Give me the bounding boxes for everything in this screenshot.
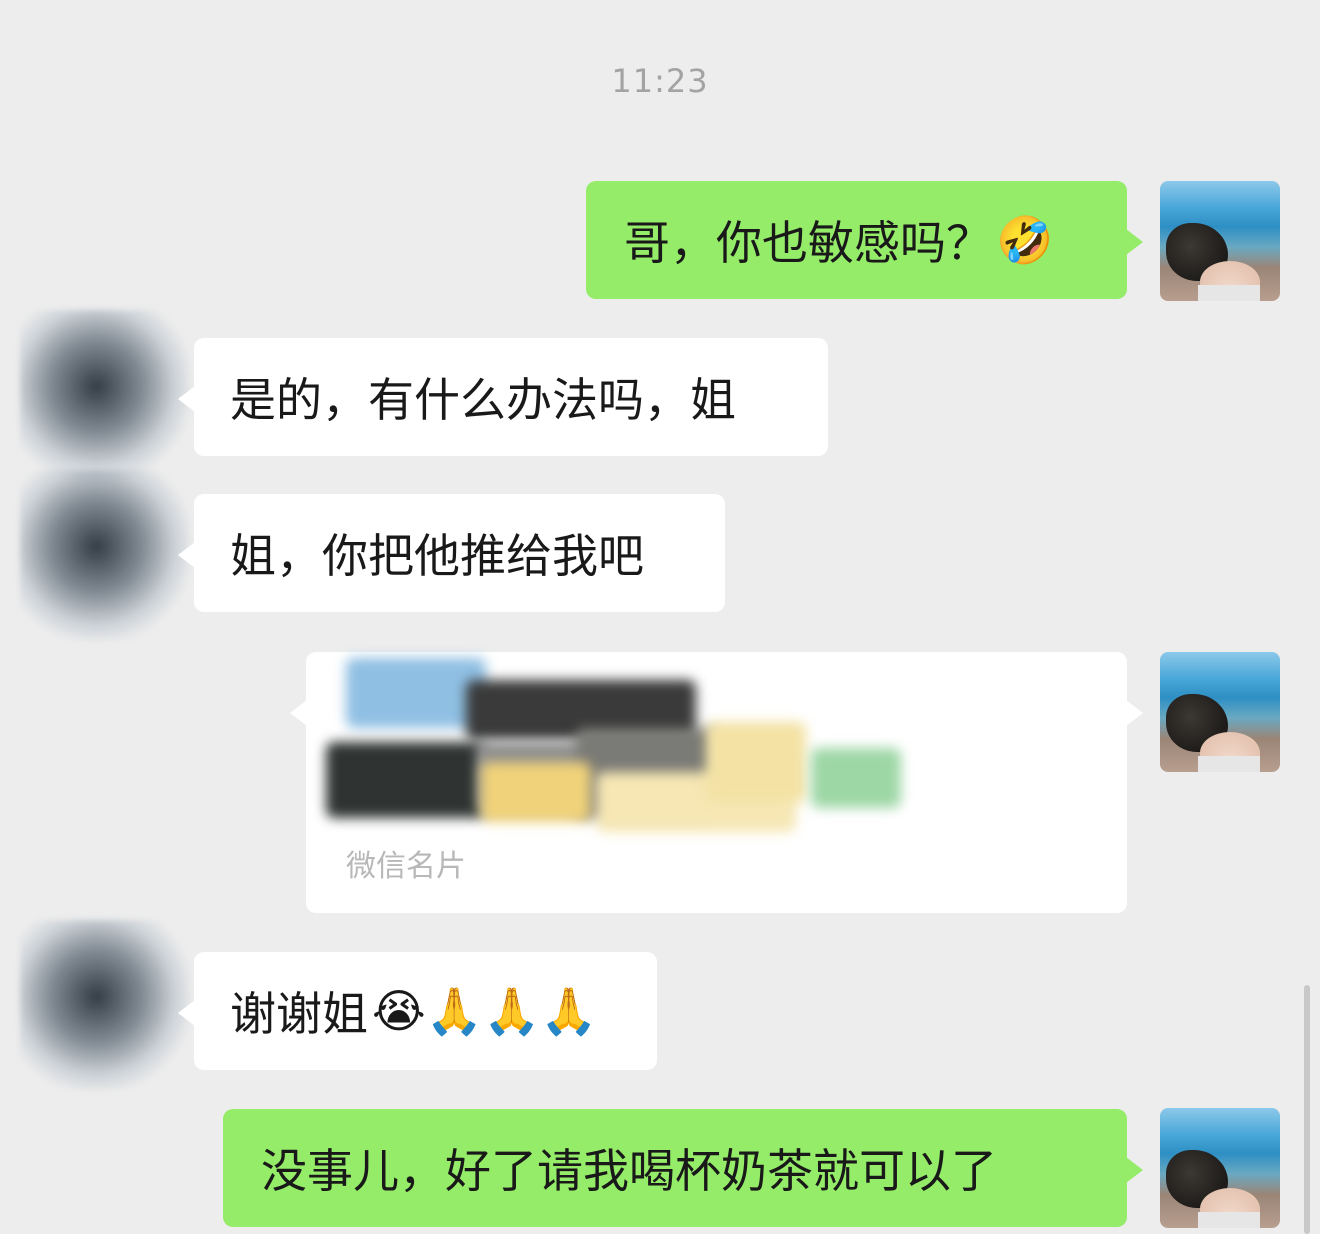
message-text: 哥，你也敏感吗？ — [624, 216, 992, 270]
crying-praying-emoji-icon: 😭🙏🙏🙏 — [372, 983, 598, 1038]
self-avatar[interactable] — [1160, 652, 1280, 772]
contact-avatar[interactable] — [20, 470, 190, 640]
self-avatar[interactable] — [1160, 181, 1280, 301]
contact-avatar[interactable] — [20, 310, 190, 480]
message-bubble-other[interactable]: 是的，有什么办法吗，姐 — [178, 338, 828, 456]
contact-card-bubble[interactable]: 微信名片 — [290, 652, 1143, 913]
message-bubble-other[interactable]: 姐，你把他推给我吧 — [178, 494, 725, 612]
message-text: 谢谢姐 — [230, 987, 368, 1041]
message-text: 姐，你把他推给我吧 — [230, 529, 644, 583]
message-bubble-self[interactable]: 哥，你也敏感吗？ 🤣 — [586, 181, 1143, 299]
message-text: 是的，有什么办法吗，姐 — [230, 373, 736, 427]
scrollbar[interactable] — [1304, 985, 1310, 1234]
rofl-emoji-icon: 🤣 — [996, 212, 1054, 267]
message-timestamp: 11:23 — [611, 62, 709, 100]
contact-card-content: 微信名片 — [306, 652, 1127, 913]
message-bubble-other[interactable]: 谢谢姐 😭🙏🙏🙏 — [178, 952, 657, 1070]
contact-avatar[interactable] — [20, 920, 190, 1090]
contact-card-label: 微信名片 — [346, 849, 466, 884]
self-avatar[interactable] — [1160, 1108, 1280, 1228]
message-text: 没事儿，好了请我喝杯奶茶就可以了 — [261, 1144, 997, 1198]
message-bubble-self[interactable]: 没事儿，好了请我喝杯奶茶就可以了 — [223, 1109, 1143, 1227]
chat-window: 11:23 哥，你也敏感吗？ 🤣 是的，有什么办法吗，姐 姐，你把他推给我吧 微… — [0, 0, 1320, 1234]
